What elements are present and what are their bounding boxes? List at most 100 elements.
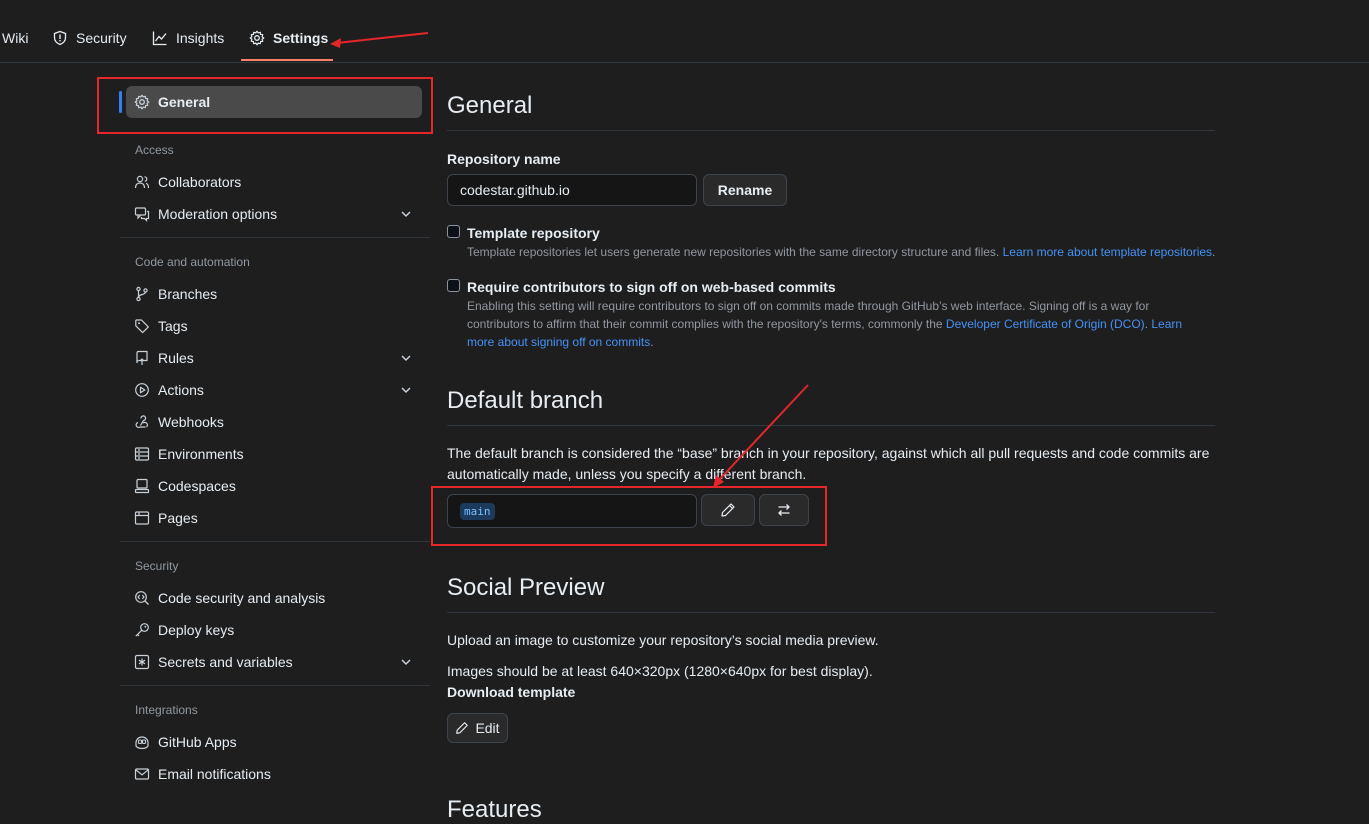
sidebar-item-webhooks[interactable]: Webhooks <box>126 408 422 436</box>
sidebar-item-label: GitHub Apps <box>158 734 237 750</box>
sidebar-item-label: Environments <box>158 446 244 462</box>
page-title: General <box>447 92 533 119</box>
sidebar-item-tags[interactable]: Tags <box>126 312 422 340</box>
annotation-arrow-settings <box>330 32 429 48</box>
active-tab-underline <box>241 59 333 61</box>
repo-name-label: Repository name <box>447 151 561 167</box>
sidebar-item-label: Rules <box>158 350 194 366</box>
sidebar-item-github-apps[interactable]: GitHub Apps <box>126 728 422 756</box>
sidebar-item-pages[interactable]: Pages <box>126 504 422 532</box>
chevron-down-icon <box>398 382 414 398</box>
server-icon <box>134 446 150 462</box>
signoff-note-punct: . <box>1144 317 1148 331</box>
signoff-label: Require contributors to sign off on web-… <box>467 279 836 295</box>
signoff-note: Enabling this setting will require contr… <box>467 297 1202 351</box>
git-branch-icon <box>134 286 150 302</box>
repo-push-icon <box>134 350 150 366</box>
template-note-end: . <box>1212 245 1216 259</box>
repo-nav: Wiki Security Insights Settings <box>0 0 1369 63</box>
sidebar-divider <box>120 685 430 686</box>
sidebar-item-environments[interactable]: Environments <box>126 440 422 468</box>
sidebar-item-label: Branches <box>158 286 218 302</box>
codescan-icon <box>134 590 150 606</box>
gear-icon <box>249 30 265 46</box>
asterisk-icon <box>134 654 150 670</box>
repo-name-input[interactable]: codestar.github.io <box>447 174 697 206</box>
shield-icon <box>52 30 68 46</box>
chevron-down-icon <box>398 206 414 222</box>
sidebar-item-rules[interactable]: Rules <box>126 344 422 372</box>
tab-security[interactable]: Security <box>52 28 127 48</box>
sidebar-item-secrets-variables[interactable]: Secrets and variables <box>126 648 422 676</box>
tab-insights-label: Insights <box>176 30 225 46</box>
edit-button-label: Edit <box>475 720 500 736</box>
webhook-icon <box>134 414 150 430</box>
section-divider <box>447 130 1215 131</box>
annotation-box-default-branch <box>431 486 827 546</box>
key-icon <box>134 622 150 638</box>
social-preview-title: Social Preview <box>447 574 605 601</box>
chevron-down-icon <box>398 350 414 366</box>
sidebar-item-label: Email notifications <box>158 766 271 782</box>
sidebar-item-code-security[interactable]: Code security and analysis <box>126 584 422 612</box>
sidebar-item-label: Tags <box>158 318 188 334</box>
sidebar-heading-access: Access <box>135 143 174 157</box>
browser-icon <box>134 510 150 526</box>
features-title: Features <box>447 796 542 823</box>
sidebar-divider <box>120 237 430 238</box>
sidebar-heading-security: Security <box>135 559 179 573</box>
annotation-arrow-branch <box>713 384 809 488</box>
sidebar-item-label: Codespaces <box>158 478 236 494</box>
sidebar-item-branches[interactable]: Branches <box>126 280 422 308</box>
section-divider <box>447 612 1215 613</box>
play-icon <box>134 382 150 398</box>
annotation-box-general <box>97 77 433 134</box>
rename-button[interactable]: Rename <box>703 174 787 206</box>
tab-settings[interactable]: Settings <box>249 28 328 48</box>
sidebar-divider <box>120 541 430 542</box>
sidebar-item-email-notifications[interactable]: Email notifications <box>126 760 422 788</box>
people-icon <box>134 174 150 190</box>
sidebar-item-label: Deploy keys <box>158 622 235 638</box>
sidebar-item-collaborators[interactable]: Collaborators <box>126 168 422 196</box>
codespaces-icon <box>134 478 150 494</box>
default-branch-title: Default branch <box>447 387 604 414</box>
social-preview-description: Upload an image to customize your reposi… <box>447 632 879 648</box>
sidebar-item-actions[interactable]: Actions <box>126 376 422 404</box>
signoff-checkbox[interactable] <box>447 279 460 292</box>
copilot-icon <box>134 734 150 750</box>
sidebar-item-deploy-keys[interactable]: Deploy keys <box>126 616 422 644</box>
sidebar-item-label: Pages <box>158 510 198 526</box>
comment-discussion-icon <box>134 206 150 222</box>
graph-icon <box>152 30 168 46</box>
sidebar-heading-code-automation: Code and automation <box>135 255 250 269</box>
tab-wiki-label: Wiki <box>2 30 29 46</box>
mail-icon <box>134 766 150 782</box>
tab-wiki[interactable]: Wiki <box>2 28 28 48</box>
sidebar-item-codespaces[interactable]: Codespaces <box>126 472 422 500</box>
tab-settings-label: Settings <box>273 30 329 46</box>
sidebar-heading-integrations: Integrations <box>135 703 198 717</box>
dco-link[interactable]: Developer Certificate of Origin (DCO) <box>946 317 1145 331</box>
chevron-down-icon <box>398 654 414 670</box>
template-note-text: Template repositories let users generate… <box>467 245 1000 259</box>
edit-social-preview-button[interactable]: Edit <box>447 713 508 743</box>
tag-icon <box>134 318 150 334</box>
sidebar-item-label: Code security and analysis <box>158 590 326 606</box>
download-template-link[interactable]: Download template <box>447 682 575 703</box>
sidebar-item-label: Collaborators <box>158 174 242 190</box>
sidebar-item-label: Webhooks <box>158 414 224 430</box>
template-repo-label: Template repository <box>467 225 600 241</box>
social-preview-size-note: Images should be at least 640×320px (128… <box>447 663 873 679</box>
repo-name-value: codestar.github.io <box>460 182 570 198</box>
pencil-icon <box>455 721 469 735</box>
tab-insights[interactable]: Insights <box>152 28 224 48</box>
section-divider <box>447 425 1215 426</box>
sidebar-item-label: Moderation options <box>158 206 278 222</box>
template-repo-note: Template repositories let users generate… <box>467 243 1227 261</box>
default-branch-description: The default branch is considered the “ba… <box>447 445 1210 482</box>
sidebar-item-moderation-options[interactable]: Moderation options <box>126 200 422 228</box>
template-learn-more-link[interactable]: Learn more about template repositories <box>1003 245 1212 259</box>
signoff-note-end: . <box>650 335 654 349</box>
template-repo-checkbox[interactable] <box>447 225 460 238</box>
